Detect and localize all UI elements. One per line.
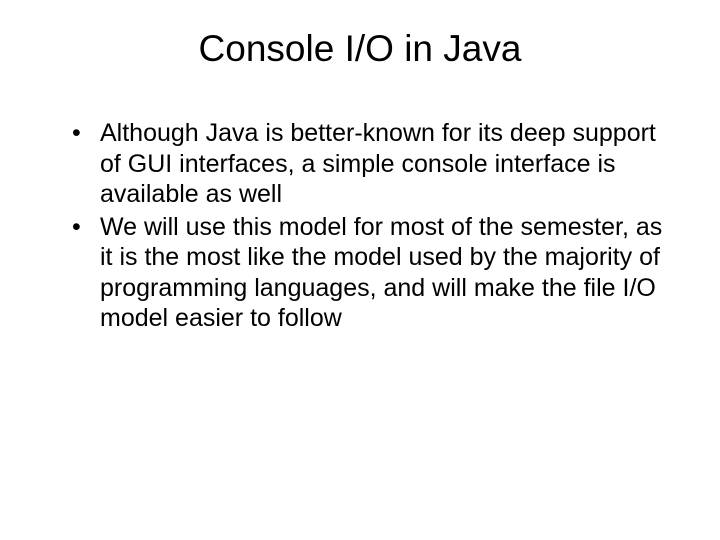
slide-content: Although Java is better-known for its de…	[50, 118, 670, 334]
bullet-list: Although Java is better-known for its de…	[72, 118, 670, 334]
list-item: We will use this model for most of the s…	[72, 212, 670, 334]
slide-title: Console I/O in Java	[50, 28, 670, 70]
slide-container: Console I/O in Java Although Java is bet…	[0, 0, 720, 540]
list-item: Although Java is better-known for its de…	[72, 118, 670, 210]
